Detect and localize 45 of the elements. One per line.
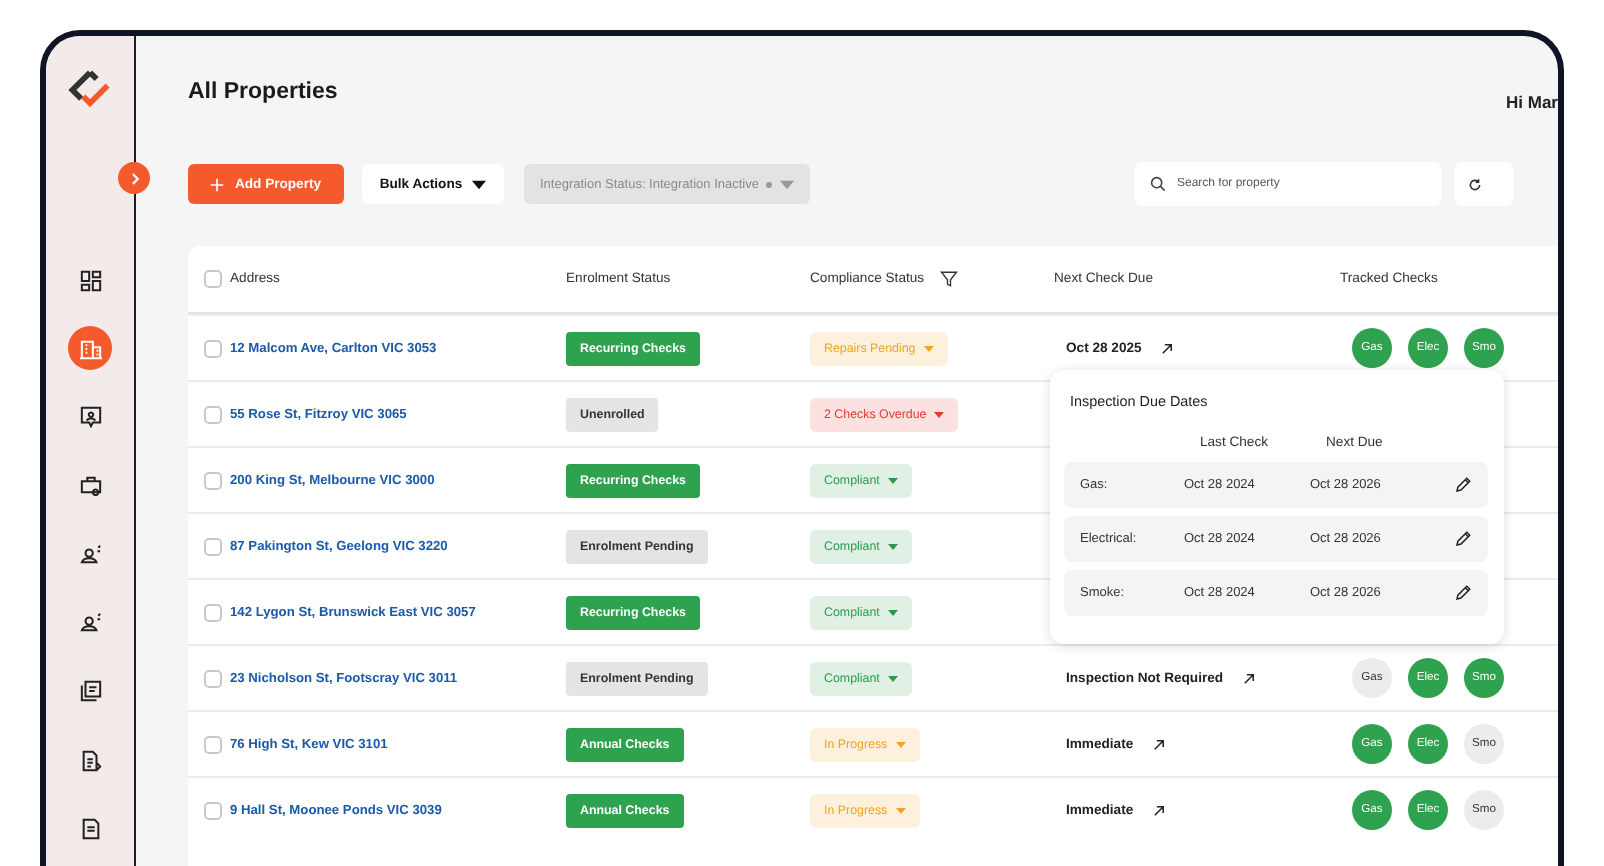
filter-icon[interactable] [940,270,959,288]
stack-icon [79,680,101,703]
row-checkbox[interactable] [204,471,222,489]
document-icon [79,817,101,840]
caret-icon [780,179,795,189]
caret-icon [895,741,906,747]
dashboard-icon [79,269,101,291]
caret-icon [887,675,898,681]
row-checkbox[interactable] [204,669,222,687]
arrow-up-right-icon[interactable] [1241,671,1256,685]
search-icon [1150,176,1167,192]
caret-icon [923,345,934,351]
caret-icon [887,477,898,483]
arrow-up-right-icon[interactable] [1151,803,1166,817]
briefcase-icon [79,474,101,497]
chevron-right-icon [127,171,141,185]
row-checkbox[interactable] [204,603,222,621]
row-checkbox[interactable] [204,339,222,357]
row-checkbox[interactable] [204,537,222,555]
user-icon [79,611,101,634]
building-icon [79,337,101,360]
caret-icon [895,807,906,813]
pencil-icon[interactable] [1454,584,1472,602]
logo-icon [68,68,112,112]
row-checkbox[interactable] [204,801,222,819]
row-checkbox[interactable] [204,405,222,423]
refresh-icon [1468,177,1483,191]
user-icon [79,543,101,566]
pencil-icon[interactable] [1454,530,1472,548]
caret-icon [934,411,945,417]
arrow-up-right-icon[interactable] [1151,737,1166,751]
greeting: Hi Mar [1506,92,1558,112]
caret-icon [887,543,898,549]
expand-button[interactable] [118,162,150,194]
caret-icon [472,179,487,189]
plus-icon [210,177,225,191]
dot-icon [766,181,773,187]
page-title: All Properties [188,80,338,104]
pencil-icon[interactable] [1454,476,1472,494]
select-all-checkbox[interactable] [204,270,222,288]
row-checkbox[interactable] [204,735,222,753]
caret-icon [887,609,898,615]
arrow-up-right-icon[interactable] [1159,341,1174,355]
document-icon [79,749,101,772]
contact-icon [79,406,101,429]
